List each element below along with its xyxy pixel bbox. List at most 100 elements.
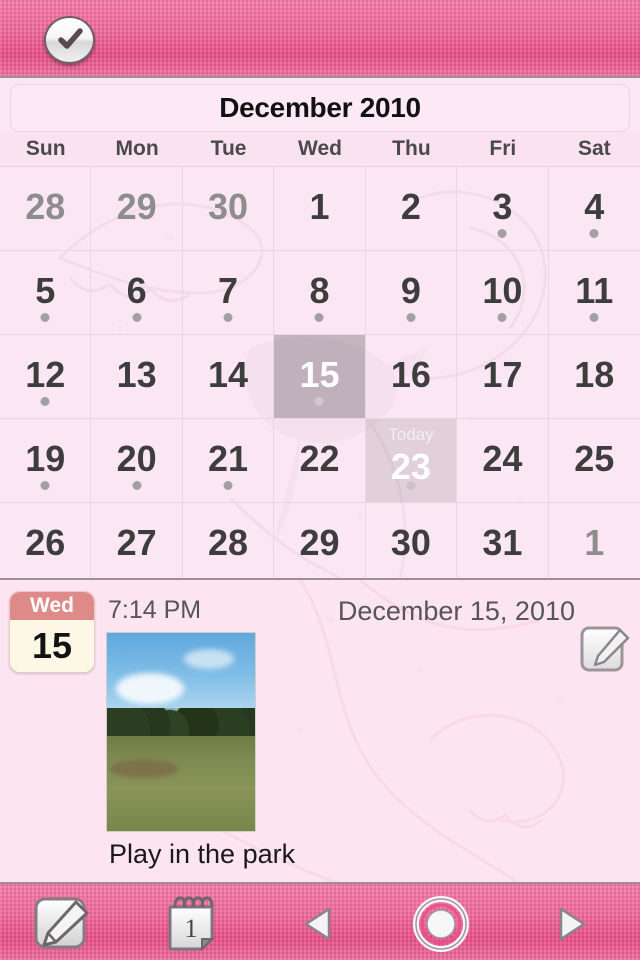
event-caption: Play in the park xyxy=(109,839,296,869)
day-number: 9 xyxy=(400,269,421,311)
day-cell[interactable]: 21 xyxy=(182,419,275,503)
day-number: 18 xyxy=(574,353,615,395)
day-number: 12 xyxy=(25,353,66,395)
badge-day-number: 15 xyxy=(31,625,73,666)
day-cell[interactable]: 1 xyxy=(274,167,366,251)
day-number: 28 xyxy=(208,521,249,563)
confirm-checkmark-button[interactable] xyxy=(44,16,95,64)
event-indicator-dot xyxy=(223,481,233,490)
event-photo[interactable] xyxy=(106,632,256,832)
weekday-header-mon: Mon xyxy=(115,137,159,160)
previous-month-button[interactable] xyxy=(290,896,350,952)
event-indicator-dot xyxy=(40,397,50,406)
calendar-grid: 28 29 30 1 2 3 4 5 6 7 8 9 10 11 12 13 14 15 16 17 18 19 20 21 2… xyxy=(0,166,640,578)
event-indicator-dot xyxy=(589,229,599,238)
day-cell[interactable]: 7 xyxy=(182,251,275,335)
day-cell[interactable]: 22 xyxy=(274,419,366,503)
edit-entry-button[interactable] xyxy=(576,622,632,678)
day-cell[interactable]: 15 xyxy=(274,335,366,419)
day-number: 31 xyxy=(482,521,523,563)
day-cell[interactable]: 17 xyxy=(457,335,549,419)
event-detail-panel: Wed 15 7:14 PM December 15, 2010 Play in… xyxy=(0,578,640,882)
triangle-right-icon xyxy=(559,907,586,941)
event-indicator-dot xyxy=(497,229,507,238)
weekday-header-thu: Thu xyxy=(392,137,431,160)
day-cell[interactable]: 1 xyxy=(549,503,640,578)
day-number: 27 xyxy=(116,521,157,563)
day-number: 26 xyxy=(25,521,66,563)
day-number: 15 xyxy=(299,353,340,395)
day-cell[interactable]: 31 xyxy=(457,503,549,578)
day-number: 29 xyxy=(299,521,340,563)
day-cell[interactable]: 28 xyxy=(0,167,92,251)
day-cell[interactable]: 25 xyxy=(548,419,640,503)
event-indicator-dot xyxy=(132,481,142,490)
day-cell[interactable]: 27 xyxy=(91,503,183,578)
day-number: 5 xyxy=(35,269,56,311)
bottom-toolbar: 1 xyxy=(0,882,640,960)
day-number: 30 xyxy=(390,521,431,563)
day-number: 23 xyxy=(390,445,431,487)
event-indicator-dot xyxy=(589,313,599,322)
weekday-header-fri: Fri xyxy=(489,137,517,160)
photo-grass-field xyxy=(107,735,255,831)
event-indicator-dot xyxy=(40,481,50,490)
day-cell[interactable]: 26 xyxy=(0,503,92,578)
day-number: 11 xyxy=(575,269,614,311)
day-cell[interactable]: 30 xyxy=(366,503,458,578)
day-cell[interactable]: 4 xyxy=(548,167,640,251)
next-month-button[interactable] xyxy=(540,896,600,952)
day-cell[interactable]: 16 xyxy=(365,335,458,419)
day-cell[interactable]: 2 xyxy=(365,167,458,251)
day-number: 2 xyxy=(400,185,421,227)
event-date: December 15, 2010 xyxy=(337,596,575,626)
day-number: 19 xyxy=(25,437,66,479)
day-cell[interactable]: 6 xyxy=(91,251,183,335)
event-time: 7:14 PM xyxy=(108,596,202,624)
today-button[interactable] xyxy=(408,896,474,952)
triangle-left-icon xyxy=(304,907,331,941)
day-number: 4 xyxy=(584,185,605,227)
day-cell[interactable]: 3 xyxy=(457,167,549,251)
day-cell[interactable]: 5 xyxy=(0,251,92,335)
day-cell[interactable]: 29 xyxy=(274,503,366,578)
day-cell[interactable]: 9 xyxy=(365,251,458,335)
day-number: 17 xyxy=(482,353,523,395)
day-cell[interactable]: 10 xyxy=(457,251,549,335)
day-cell[interactable]: 29 xyxy=(91,167,183,251)
day-cell[interactable]: 28 xyxy=(183,503,275,578)
day-cell[interactable]: 19 xyxy=(0,419,92,503)
day-number: 8 xyxy=(309,269,330,311)
day-cell[interactable]: 12 xyxy=(0,335,92,419)
day-cell[interactable]: 30 xyxy=(182,167,275,251)
event-indicator-dot xyxy=(497,313,507,322)
day-cell[interactable]: 8 xyxy=(274,251,366,335)
day-cell[interactable]: 18 xyxy=(548,335,640,419)
journal-button[interactable]: 1 xyxy=(158,896,224,952)
day-number: 7 xyxy=(218,269,239,311)
event-date-badge: Wed 15 xyxy=(9,591,95,673)
day-cell[interactable]: 24 xyxy=(457,419,549,503)
check-mark-icon xyxy=(57,28,83,49)
calendar-panel: December 2010 Sun Mon Tue Wed Thu Fri Sat 28 29… xyxy=(0,78,640,578)
weekday-header-sun: Sun xyxy=(25,137,66,160)
day-number: 6 xyxy=(126,269,147,311)
top-toolbar xyxy=(0,0,640,78)
journal-count: 1 xyxy=(185,914,198,943)
month-title: December 2010 xyxy=(219,92,421,123)
photo-cloud xyxy=(183,648,235,669)
day-number: 10 xyxy=(482,269,523,311)
day-number: 25 xyxy=(574,437,615,479)
compose-button[interactable] xyxy=(30,896,96,952)
day-cell[interactable]: 14 xyxy=(182,335,275,419)
day-cell[interactable]: Today 23 xyxy=(365,419,458,503)
day-cell[interactable]: 13 xyxy=(91,335,183,419)
event-indicator-dot xyxy=(223,313,233,322)
day-cell[interactable]: 20 xyxy=(91,419,183,503)
month-header: December 2010 xyxy=(10,84,630,132)
day-number: 20 xyxy=(116,437,157,479)
note-pencil-icon xyxy=(580,626,630,672)
day-cell[interactable]: 11 xyxy=(548,251,640,335)
calendar-app-screen: December 2010 Sun Mon Tue Wed Thu Fri Sat 28 29… xyxy=(0,0,640,960)
event-indicator-dot xyxy=(406,481,416,490)
